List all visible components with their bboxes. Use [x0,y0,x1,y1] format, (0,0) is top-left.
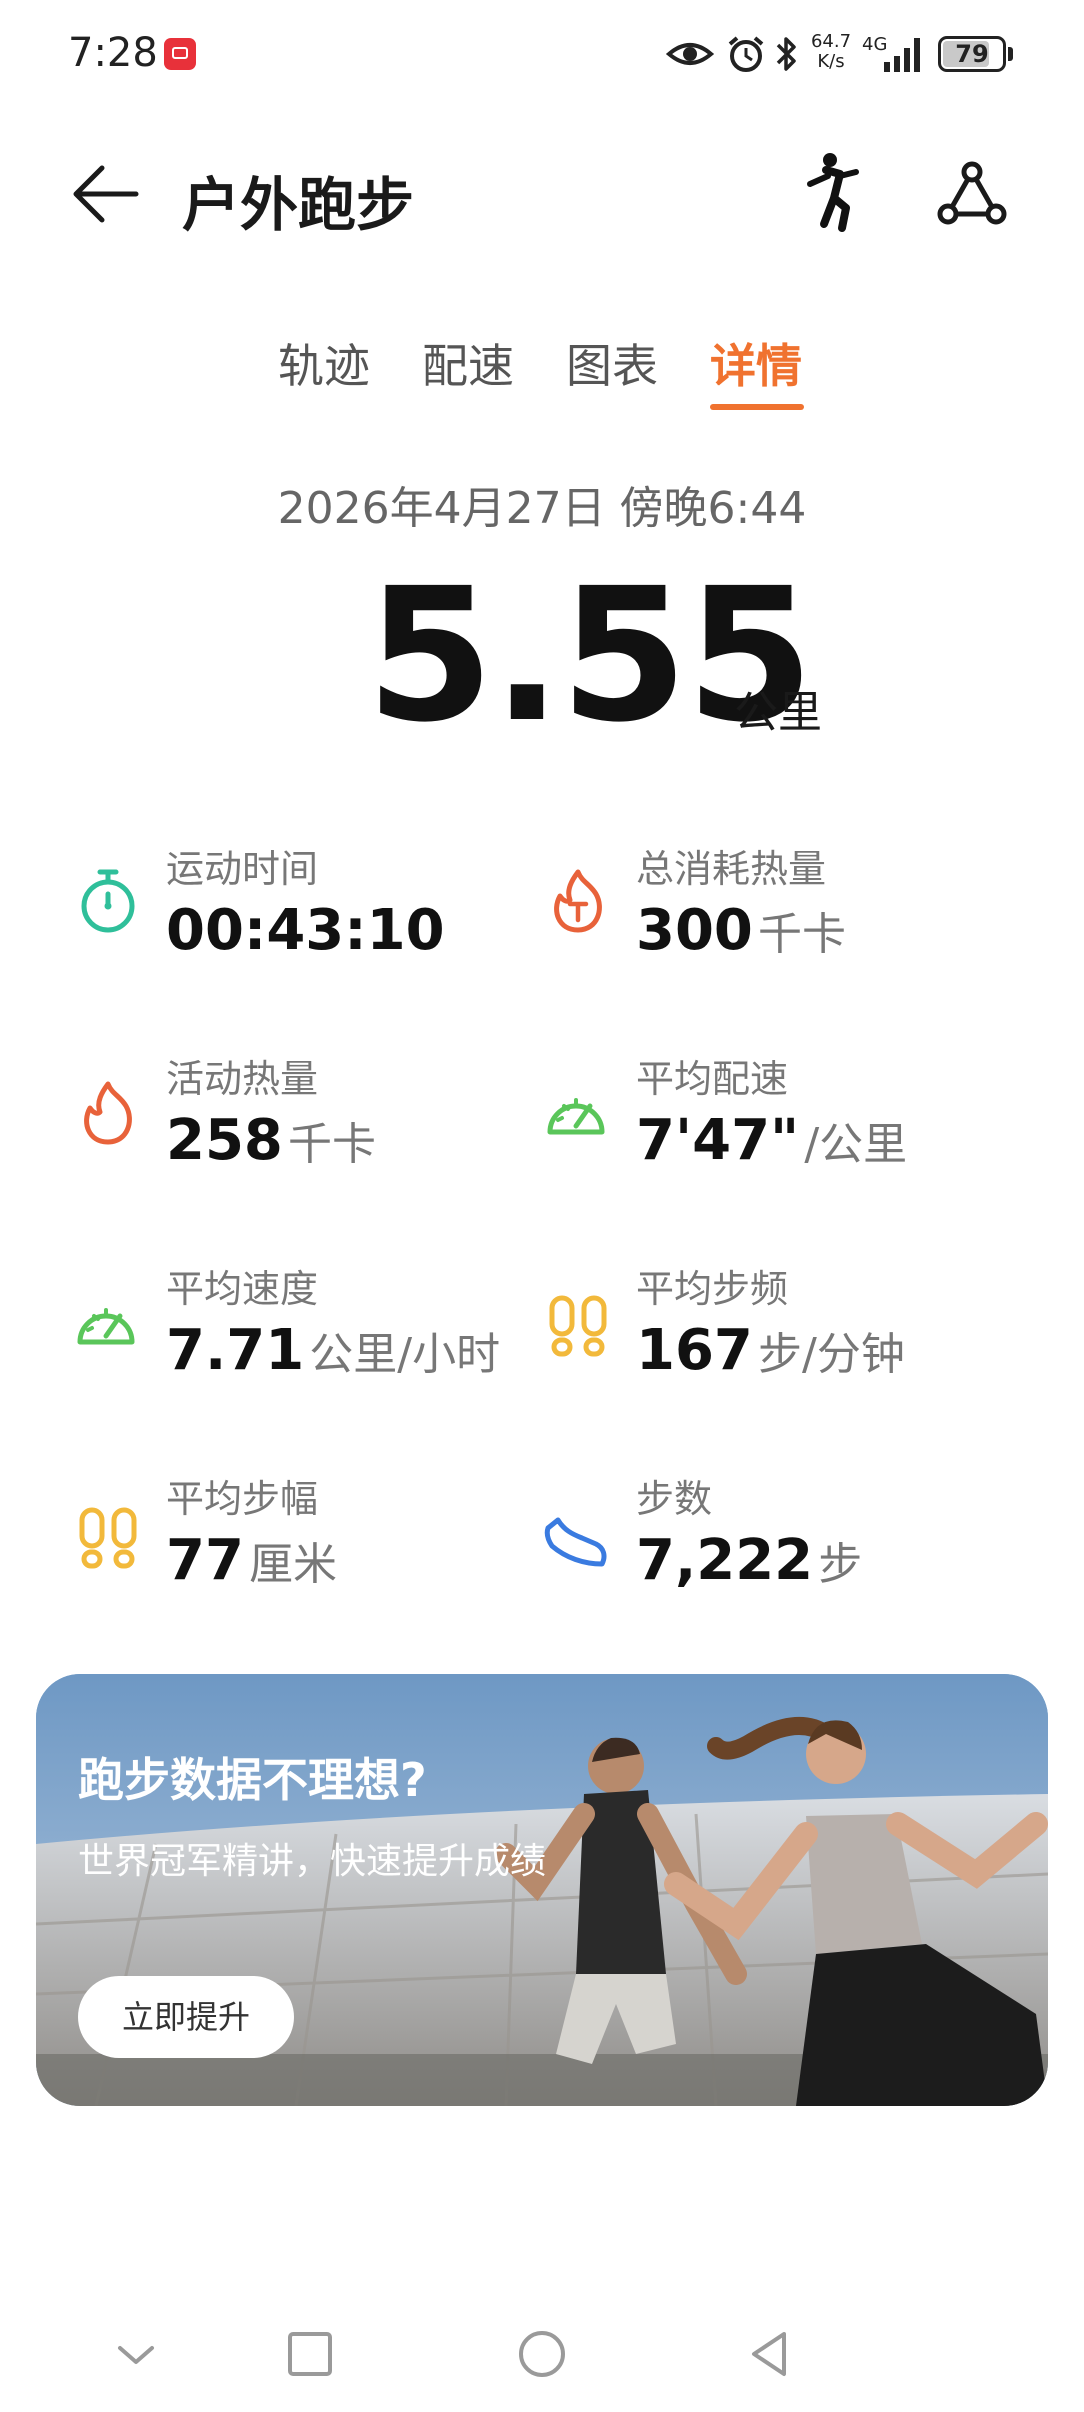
net-speed: 64.7 K/s [808,32,854,72]
alarm-icon [728,36,764,72]
promo-banner[interactable]: 跑步数据不理想? 世界冠军精讲，快速提升成绩 立即提升 [36,1674,1048,2106]
tab-chart[interactable]: 图表 [566,330,658,396]
net-speed-value: 64.7 [810,31,852,52]
stat-label-avg-pace: 平均配速 [636,1057,789,1101]
bluetooth-icon [776,37,796,71]
stat-value: 77 [166,1528,244,1593]
stat-value: 7'47" [636,1108,800,1173]
tab-track[interactable]: 轨迹 [278,330,370,396]
stat-value: 300 [636,898,753,963]
stat-steps: 7,222 步 [636,1528,862,1593]
stat-unit: 千卡 [758,909,846,960]
stat-unit: 步/分钟 [758,1329,905,1380]
footprints-icon [79,1507,137,1569]
total-calories-icon [554,869,602,933]
stat-label-cadence: 平均步频 [636,1267,789,1311]
collapse-icon[interactable] [104,2322,168,2386]
stat-value: 258 [166,1108,283,1173]
banner-title: 跑步数据不理想? [78,1753,427,1807]
shoe-icon [544,1517,607,1567]
stat-avg-speed: 7.71 公里/小时 [166,1318,500,1383]
stat-label-stride: 平均步幅 [166,1477,319,1521]
pace-gauge-icon [547,1098,605,1135]
stat-cadence: 167 步/分钟 [636,1318,905,1383]
tab-detail[interactable]: 详情 [710,330,802,396]
status-time: 7:28 [68,30,158,76]
stat-unit: /公里 [804,1119,908,1170]
runner-icon [807,153,859,232]
improve-now-button[interactable]: 立即提升 [78,1976,294,2058]
home-icon[interactable] [510,2322,574,2386]
stat-stride: 77 厘米 [166,1528,337,1593]
back-icon[interactable] [738,2322,802,2386]
net-speed-unit: K/s [817,51,845,72]
battery-tip [1008,47,1013,61]
battery-icon: 79 [938,36,1006,72]
page-title: 户外跑步 [182,171,415,239]
runner-button[interactable] [800,150,868,238]
stat-unit: 步 [818,1539,863,1590]
banner-subtitle: 世界冠军精讲，快速提升成绩 [78,1841,547,1882]
stat-label-steps: 步数 [636,1477,713,1521]
signal-icon [884,38,920,72]
stat-label-active-calories: 活动热量 [166,1057,319,1101]
stat-value: 167 [636,1318,753,1383]
tab-pace[interactable]: 配速 [422,330,514,396]
stat-total-calories: 300 千卡 [636,898,846,963]
share-button[interactable] [936,160,1008,230]
stat-value: 00:43:10 [166,898,445,963]
stat-label-duration: 运动时间 [166,847,319,891]
flame-icon [84,1081,132,1145]
stat-label-total-calories: 总消耗热量 [636,847,827,891]
stopwatch-icon [81,869,135,933]
battery-percent: 79 [955,40,989,68]
stat-unit: 千卡 [288,1119,376,1170]
active-tab-indicator [710,404,804,410]
eye-icon [666,43,714,65]
stat-active-calories: 258 千卡 [166,1108,376,1173]
back-button[interactable] [66,158,150,230]
back-arrow-icon [73,165,139,223]
share-icon [937,161,1007,225]
stat-duration: 00:43:10 [166,898,445,963]
stat-value: 7.71 [166,1318,305,1383]
speed-gauge-icon [77,1308,135,1345]
stat-unit: 公里/小时 [309,1329,501,1380]
recents-icon[interactable] [278,2322,342,2386]
stat-value: 7,222 [636,1528,814,1593]
stat-label-avg-speed: 平均速度 [166,1267,319,1311]
stat-unit: 厘米 [249,1539,338,1590]
distance-unit: 公里 [734,687,822,738]
app-notification-icon [164,38,196,70]
stat-avg-pace: 7'47" /公里 [636,1108,907,1173]
run-date: 2026年4月27日 傍晚6:44 [277,483,807,534]
footprints-icon [549,1295,607,1357]
